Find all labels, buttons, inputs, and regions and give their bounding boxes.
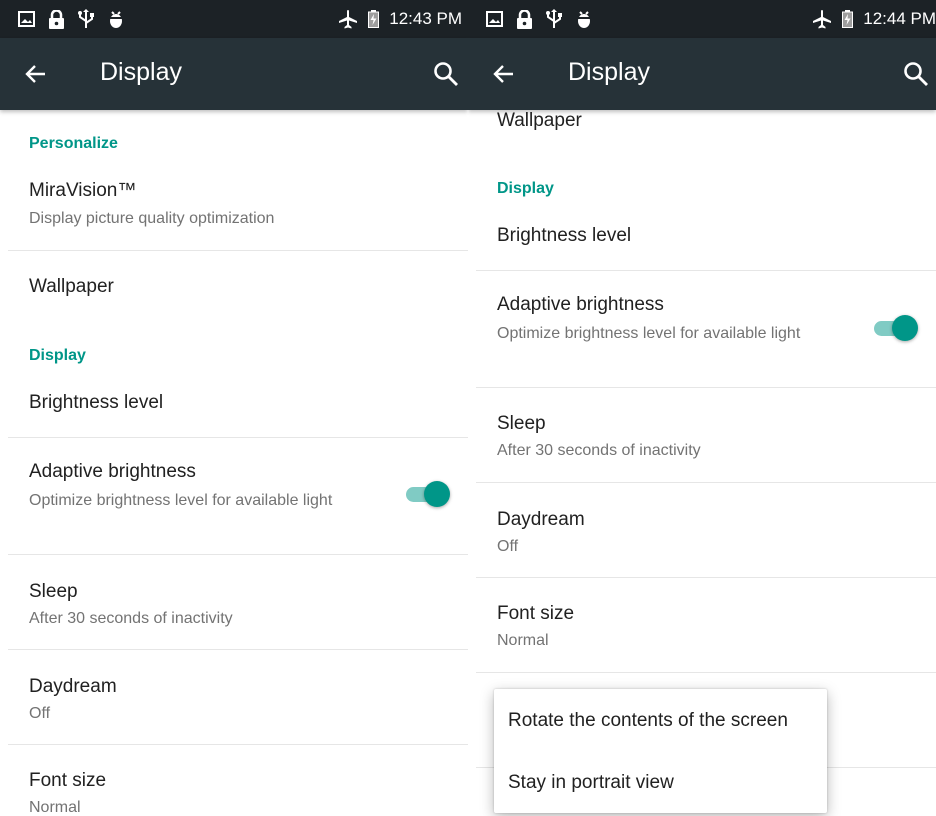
- image-icon: [18, 11, 35, 27]
- lock-icon: [517, 9, 532, 29]
- setting-title: Font size: [497, 603, 575, 624]
- debug-icon: [576, 9, 592, 29]
- status-bar: 12:43 PM: [0, 0, 468, 38]
- search-icon: [434, 62, 458, 86]
- setting-title: Adaptive brightness: [29, 461, 196, 482]
- setting-font-size[interactable]: Font size Normal: [0, 745, 468, 816]
- airplane-icon: [812, 9, 832, 29]
- switch-thumb: [892, 315, 918, 341]
- usb-icon: [78, 9, 94, 29]
- battery-charging-icon: [368, 10, 380, 28]
- setting-title: Sleep: [29, 581, 78, 602]
- page-title: Display: [568, 58, 650, 86]
- rotation-popup-menu: Rotate the contents of the screen Stay i…: [494, 689, 827, 813]
- settings-screen-left: 12:43 PM Display Personalize MiraVision™…: [0, 0, 468, 816]
- setting-adaptive-brightness[interactable]: Adaptive brightness Optimize brightness …: [0, 438, 468, 554]
- switch-thumb: [424, 481, 450, 507]
- clock: 12:44 PM: [863, 9, 936, 28]
- setting-adaptive-brightness[interactable]: Adaptive brightness Optimize brightness …: [468, 271, 936, 387]
- setting-brightness-level[interactable]: Brightness level: [468, 213, 936, 270]
- battery-charging-icon: [842, 10, 854, 28]
- setting-summary: Optimize brightness level for available …: [29, 492, 333, 509]
- category-display: Display: [29, 347, 86, 364]
- setting-summary: After 30 seconds of inactivity: [29, 610, 233, 627]
- setting-summary: Optimize brightness level for available …: [497, 325, 801, 342]
- arrow-back-icon: [25, 65, 45, 83]
- setting-daydream[interactable]: Daydream Off: [468, 483, 936, 577]
- setting-title: Brightness level: [29, 392, 164, 413]
- setting-title: Wallpaper: [29, 276, 114, 297]
- app-bar: Display: [468, 38, 936, 110]
- menu-item-stay-portrait[interactable]: Stay in portrait view: [508, 772, 674, 794]
- menu-item-rotate-contents[interactable]: Rotate the contents of the screen: [508, 710, 788, 732]
- setting-wallpaper[interactable]: Wallpaper: [0, 251, 468, 326]
- setting-title: Brightness level: [497, 225, 632, 246]
- debug-icon: [108, 9, 124, 29]
- setting-sleep[interactable]: Sleep After 30 seconds of inactivity: [0, 555, 468, 649]
- search-button[interactable]: [432, 60, 460, 88]
- image-icon: [486, 11, 503, 27]
- back-button[interactable]: [490, 60, 518, 88]
- airplane-icon: [338, 9, 358, 29]
- setting-sleep[interactable]: Sleep After 30 seconds of inactivity: [468, 388, 936, 482]
- back-button[interactable]: [22, 60, 50, 88]
- setting-title: Font size: [29, 770, 107, 791]
- setting-title: Sleep: [497, 413, 546, 434]
- setting-title: Wallpaper: [497, 110, 582, 131]
- setting-summary: Normal: [29, 799, 81, 816]
- setting-daydream[interactable]: Daydream Off: [0, 650, 468, 744]
- setting-summary: After 30 seconds of inactivity: [497, 442, 701, 459]
- setting-summary: Normal: [497, 632, 549, 649]
- category-personalize: Personalize: [29, 135, 118, 152]
- setting-miravision[interactable]: MiraVision™ Display picture quality opti…: [0, 170, 468, 250]
- usb-icon: [546, 9, 562, 29]
- arrow-back-icon: [493, 65, 513, 83]
- setting-title: Adaptive brightness: [497, 294, 664, 315]
- search-icon: [904, 62, 928, 86]
- page-title: Display: [100, 58, 182, 86]
- clock: 12:43 PM: [389, 9, 462, 28]
- status-bar: 12:44 PM: [468, 0, 936, 38]
- lock-icon: [49, 9, 64, 29]
- setting-brightness-level[interactable]: Brightness level: [0, 380, 468, 437]
- divider: [476, 672, 936, 673]
- setting-title: Daydream: [29, 676, 117, 697]
- setting-summary: Off: [497, 538, 519, 555]
- setting-font-size[interactable]: Font size Normal: [468, 578, 936, 672]
- settings-list: Personalize MiraVision™ Display picture …: [0, 110, 468, 816]
- search-button[interactable]: [902, 60, 930, 88]
- category-display: Display: [497, 180, 554, 197]
- setting-summary: Display picture quality optimization: [29, 210, 275, 227]
- adaptive-brightness-switch[interactable]: [874, 315, 918, 341]
- adaptive-brightness-switch[interactable]: [406, 481, 450, 507]
- setting-title: Daydream: [497, 509, 585, 530]
- setting-title: MiraVision™: [29, 180, 137, 201]
- app-bar: Display: [0, 38, 468, 110]
- setting-summary: Off: [29, 705, 51, 722]
